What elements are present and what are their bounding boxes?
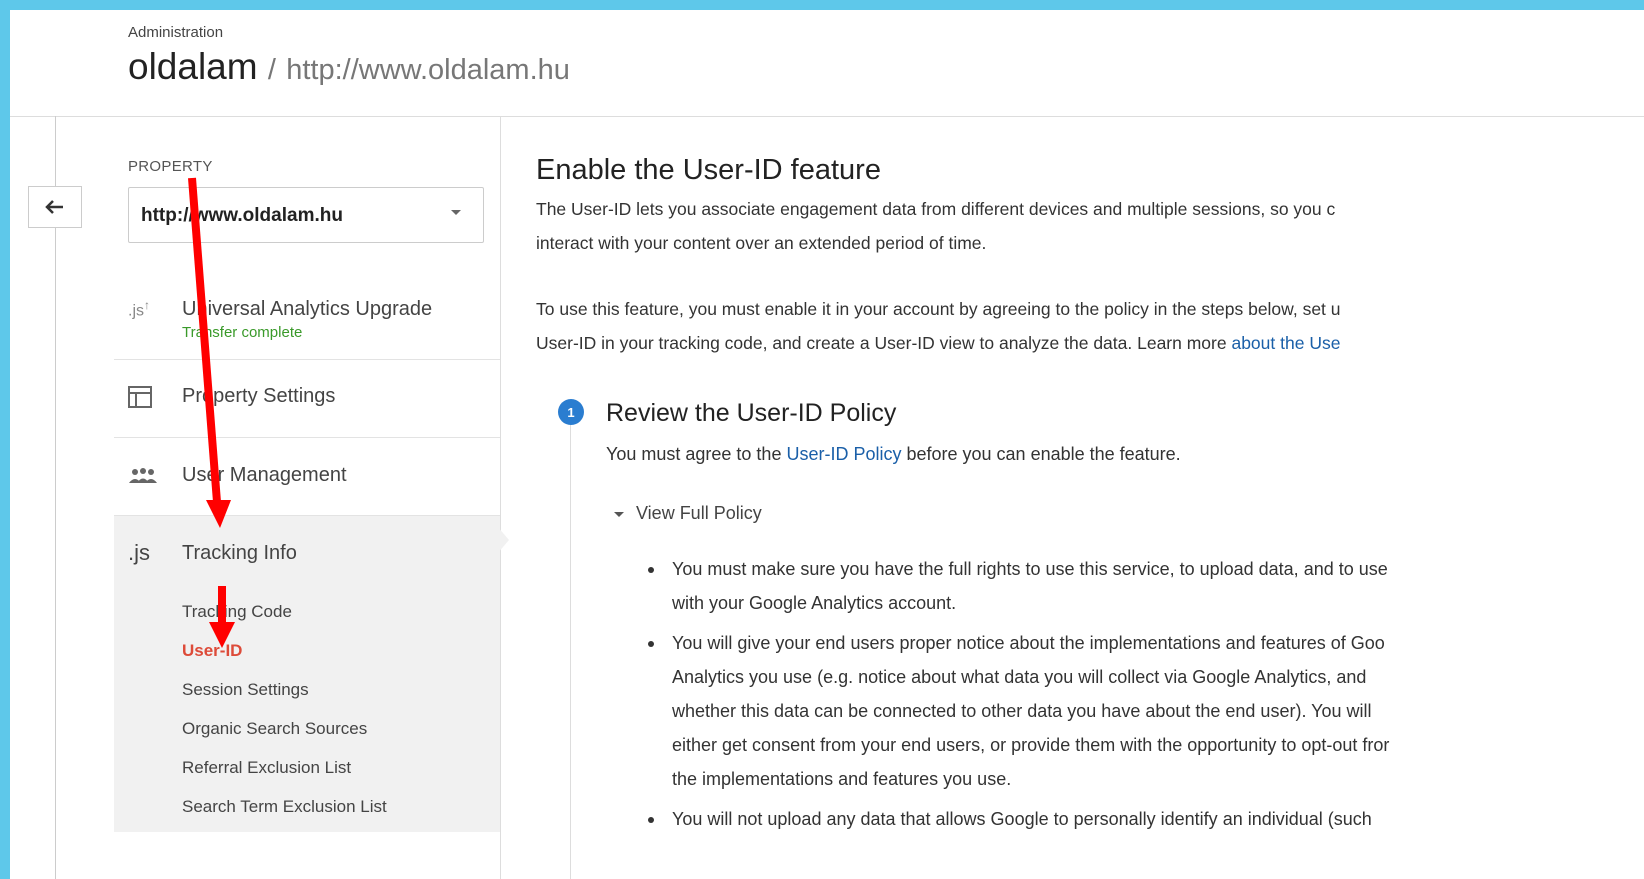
step-description: You must agree to the User-ID Policy bef…	[606, 444, 1181, 465]
toggle-label: View Full Policy	[636, 503, 762, 523]
subitem-user-id[interactable]: User-ID	[182, 641, 242, 661]
bullet-line: Analytics you use (e.g. notice about wha…	[672, 667, 1367, 687]
learn-more-link[interactable]: about the Use	[1231, 333, 1340, 353]
users-icon	[128, 468, 158, 489]
page-header: Administration oldalam / http://www.olda…	[10, 10, 1644, 117]
main-content: Enable the User-ID feature The User-ID l…	[536, 116, 1644, 879]
admin-label: Administration	[128, 24, 224, 41]
bullet-line: You will not upload any data that allows…	[672, 809, 1372, 829]
policy-bullet: You must make sure you have the full rig…	[646, 552, 1389, 620]
property-label: PROPERTY	[128, 158, 213, 175]
subitem-referral-exclusion-list[interactable]: Referral Exclusion List	[182, 758, 351, 778]
bullet-line: You must make sure you have the full rig…	[672, 559, 1388, 579]
account-name: oldalam	[128, 46, 258, 87]
subitem-organic-search-sources[interactable]: Organic Search Sources	[182, 719, 367, 739]
sidebar-item-label: Tracking Info	[182, 542, 297, 564]
layout-icon	[128, 386, 152, 413]
subitem-search-term-exclusion-list[interactable]: Search Term Exclusion List	[182, 797, 387, 817]
user-id-policy-link[interactable]: User-ID Policy	[786, 444, 901, 464]
active-section-notch	[497, 526, 509, 554]
property-select-value: http://www.oldalam.hu	[141, 205, 343, 226]
page-title: oldalam / http://www.oldalam.hu	[128, 46, 570, 88]
bullet-line: the implementations and features you use…	[672, 769, 1012, 789]
step-title: Review the User-ID Policy	[606, 399, 897, 427]
dropdown-caret-icon	[451, 210, 461, 215]
step-text-post: before you can enable the feature.	[901, 444, 1181, 464]
policy-bullet: You will not upload any data that allows…	[646, 802, 1389, 836]
policy-bullet-list: You must make sure you have the full rig…	[646, 552, 1389, 842]
sidebar-item-user-management[interactable]: User Management	[114, 438, 500, 516]
intro-line-1: The User-ID lets you associate engagemen…	[536, 199, 1336, 219]
rail-divider	[55, 116, 56, 879]
property-url: http://www.oldalam.hu	[286, 54, 570, 86]
sidebar-item-label: Property Settings	[182, 385, 336, 407]
step-connector	[570, 422, 571, 879]
title-separator: /	[267, 54, 276, 86]
sidebar-item-label: Universal Analytics Upgrade	[182, 298, 433, 320]
step-number-badge: 1	[558, 399, 584, 425]
sidebar-item-ua-upgrade[interactable]: .js↑ Universal Analytics Upgrade Transfe…	[114, 276, 500, 360]
view-full-policy-toggle[interactable]: View Full Policy	[614, 503, 762, 524]
sidebar-item-tracking-info[interactable]: .js Tracking Info Tracking Code User-ID …	[114, 516, 500, 832]
intro-line-2: interact with your content over an exten…	[536, 233, 987, 253]
step-text-pre: You must agree to the	[606, 444, 787, 464]
bullet-line: either get consent from your end users, …	[672, 735, 1390, 755]
bullet-line: You will give your end users proper noti…	[672, 633, 1385, 653]
bullet-line: whether this data can be connected to ot…	[672, 701, 1372, 721]
back-arrow-icon	[45, 200, 63, 214]
subitem-session-settings[interactable]: Session Settings	[182, 680, 309, 700]
property-sidebar: PROPERTY http://www.oldalam.hu .js↑ Univ…	[114, 116, 501, 879]
collapse-triangle-icon	[614, 511, 624, 517]
usage-line-2: User-ID in your tracking code, and creat…	[536, 326, 1340, 360]
back-button[interactable]	[28, 186, 82, 228]
sidebar-item-property-settings[interactable]: Property Settings	[114, 360, 500, 438]
js-icon: .js	[128, 540, 150, 565]
sidebar-item-label: User Management	[182, 464, 347, 486]
usage-line-2-text: User-ID in your tracking code, and creat…	[536, 333, 1232, 353]
usage-line-1: To use this feature, you must enable it …	[536, 299, 1341, 319]
property-select[interactable]: http://www.oldalam.hu	[128, 187, 484, 243]
feature-title: Enable the User-ID feature	[536, 154, 881, 186]
upgrade-status: Transfer complete	[182, 324, 303, 341]
analytics-admin-window: Administration oldalam / http://www.olda…	[10, 10, 1644, 879]
js-upgrade-icon: .js↑	[128, 298, 150, 320]
subitem-tracking-code[interactable]: Tracking Code	[182, 602, 292, 622]
policy-bullet: You will give your end users proper noti…	[646, 626, 1389, 796]
bullet-line: with your Google Analytics account.	[672, 593, 957, 613]
